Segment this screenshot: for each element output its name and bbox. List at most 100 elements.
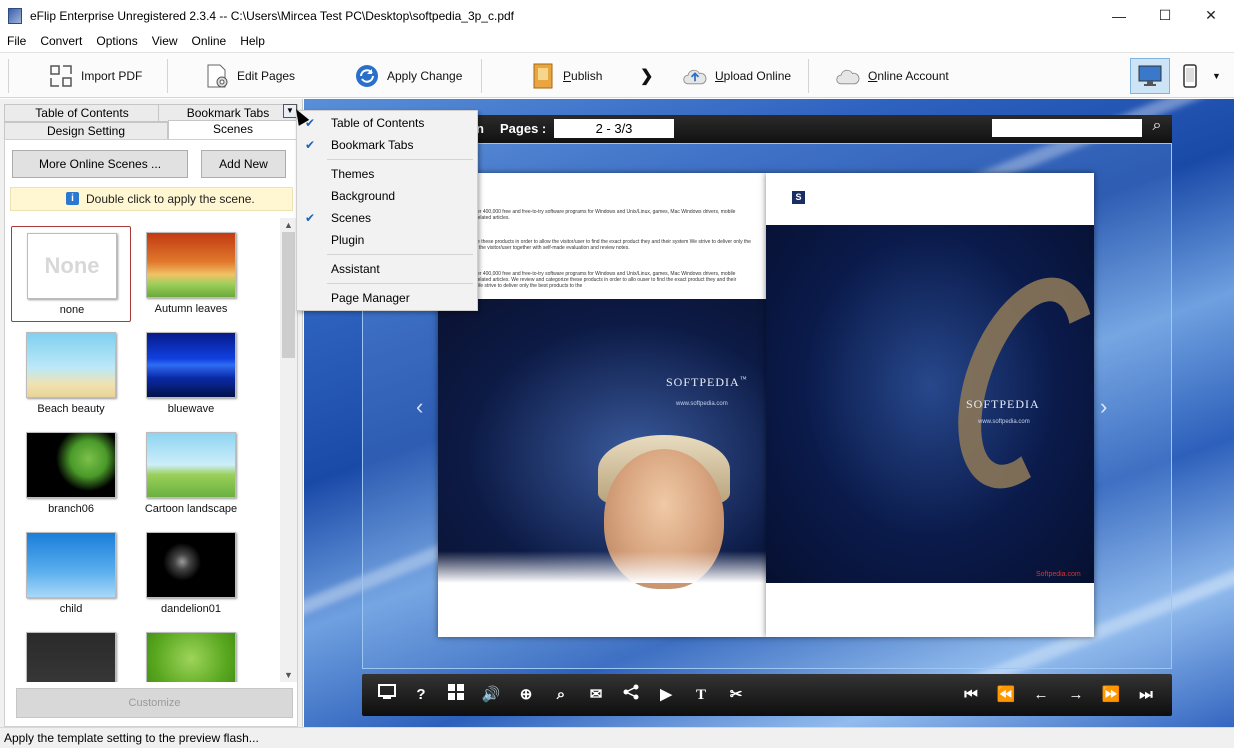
scene-item[interactable] bbox=[131, 626, 251, 682]
softpedia-logo: SOFTPEDIA™ bbox=[666, 375, 748, 389]
upload-online-label: Upload Online bbox=[715, 69, 792, 83]
next-page-icon[interactable]: › bbox=[1100, 394, 1107, 420]
scene-dandelion01[interactable]: dandelion01 bbox=[131, 526, 251, 622]
close-button[interactable]: ✕ bbox=[1188, 0, 1234, 31]
dropdown-item-label: Themes bbox=[331, 167, 375, 181]
menu-options[interactable]: Options bbox=[89, 34, 144, 48]
dropdown-item-label: Page Manager bbox=[331, 291, 410, 305]
dropdown-item-page-manager[interactable]: Page Manager bbox=[297, 287, 477, 309]
menu-bar: File Convert Options View Online Help bbox=[0, 31, 1234, 51]
scroll-down-icon[interactable]: ▼ bbox=[280, 668, 297, 682]
publish-button[interactable]: Publish bbox=[530, 59, 602, 93]
arrow-right-icon: ❯ bbox=[640, 68, 654, 85]
scene-thumbnail bbox=[146, 332, 236, 398]
menu-online[interactable]: Online bbox=[185, 34, 234, 48]
app-icon bbox=[8, 7, 22, 24]
toolbar-more-icon[interactable]: ▼ bbox=[1212, 59, 1221, 93]
scroll-up-icon[interactable]: ▲ bbox=[280, 218, 297, 232]
mobile-view-button[interactable] bbox=[1180, 59, 1200, 93]
scene-label: bluewave bbox=[167, 403, 215, 415]
scene-none[interactable]: None none bbox=[11, 226, 131, 322]
customize-button: Customize bbox=[16, 688, 293, 718]
phone-icon bbox=[1183, 64, 1197, 88]
dropdown-item-background[interactable]: Background bbox=[297, 185, 477, 207]
scene-thumbnail bbox=[26, 632, 116, 682]
page-text: w and categorize these products in order… bbox=[442, 239, 751, 251]
maximize-button[interactable]: ☐ bbox=[1142, 0, 1188, 31]
scene-bluewave[interactable]: bluewave bbox=[131, 326, 251, 422]
desktop-view-button[interactable] bbox=[1130, 58, 1170, 94]
softpedia-url: www.softpedia.com bbox=[978, 419, 1030, 425]
dropdown-item-bookmark-tabs[interactable]: ✔ Bookmark Tabs bbox=[297, 134, 477, 156]
minimize-button[interactable]: — bbox=[1096, 0, 1142, 31]
prev-icon[interactable]: ← bbox=[1030, 684, 1052, 706]
next-icon[interactable]: → bbox=[1065, 684, 1087, 706]
scene-label: none bbox=[59, 304, 85, 316]
crop-icon[interactable]: ✂ bbox=[725, 684, 747, 706]
tab-design-setting[interactable]: Design Setting bbox=[4, 122, 168, 140]
grid-icon[interactable] bbox=[445, 684, 467, 706]
page-text: is a library of over 400,000 free and fr… bbox=[442, 209, 736, 221]
menu-help[interactable]: Help bbox=[233, 34, 272, 48]
page-text: is a library of over 400,000 free and fr… bbox=[442, 271, 737, 289]
menu-view[interactable]: View bbox=[145, 34, 185, 48]
search-icon[interactable]: ⌕ bbox=[1146, 117, 1168, 139]
autoplay-icon[interactable]: ▶ bbox=[655, 684, 677, 706]
scene-thumbnail bbox=[146, 532, 236, 598]
more-online-scenes-button[interactable]: More Online Scenes ... bbox=[12, 150, 188, 178]
prev-page-icon[interactable]: ‹ bbox=[416, 394, 423, 420]
sound-icon[interactable]: 🔊 bbox=[480, 684, 502, 706]
tab-table-of-contents[interactable]: Table of Contents bbox=[4, 104, 160, 122]
dropdown-item-label: Table of Contents bbox=[331, 116, 425, 130]
email-icon[interactable]: ✉ bbox=[585, 684, 607, 706]
scene-branch06[interactable]: branch06 bbox=[11, 426, 131, 522]
scene-beach-beauty[interactable]: Beach beauty bbox=[11, 326, 131, 422]
add-new-button[interactable]: Add New bbox=[201, 150, 286, 178]
menu-file[interactable]: File bbox=[0, 34, 33, 48]
scene-item[interactable] bbox=[11, 626, 131, 682]
edit-pages-icon bbox=[204, 63, 230, 89]
viewer-search-input[interactable] bbox=[992, 119, 1142, 137]
toolbar-separator bbox=[167, 59, 168, 93]
scrollbar-thumb[interactable] bbox=[282, 232, 295, 358]
search-icon[interactable]: ⌕ bbox=[550, 684, 572, 706]
dropdown-item-scenes[interactable]: ✔ Scenes bbox=[297, 207, 477, 229]
text-icon[interactable]: T bbox=[690, 684, 712, 706]
first-page-icon[interactable]: ⏮ bbox=[960, 684, 982, 706]
status-bar: Apply the template setting to the previe… bbox=[0, 727, 1234, 748]
scene-list-scrollbar[interactable]: ▲ ▼ bbox=[280, 218, 297, 682]
scene-thumbnail: None bbox=[27, 233, 117, 299]
scene-label: child bbox=[59, 603, 83, 615]
tab-scenes[interactable]: Scenes bbox=[168, 120, 298, 140]
rewind-icon[interactable]: ⏪ bbox=[995, 684, 1017, 706]
page-number-input[interactable]: 2 - 3/3 bbox=[554, 119, 674, 138]
dropdown-item-assistant[interactable]: Assistant bbox=[297, 258, 477, 280]
tab-visibility-dropdown: ✔ Table of Contents ✔ Bookmark Tabs Them… bbox=[296, 110, 478, 311]
share-icon[interactable] bbox=[620, 684, 642, 706]
help-icon[interactable]: ? bbox=[410, 684, 432, 706]
dropdown-separator bbox=[327, 254, 473, 255]
scene-label: branch06 bbox=[48, 503, 94, 515]
last-page-icon[interactable]: ⏭ bbox=[1135, 684, 1157, 706]
scene-thumbnail bbox=[146, 232, 236, 298]
zoom-in-icon[interactable]: ⊕ bbox=[515, 684, 537, 706]
cloud-icon bbox=[835, 63, 861, 89]
toolbar-separator bbox=[808, 59, 809, 93]
dropdown-item-themes[interactable]: Themes bbox=[297, 163, 477, 185]
scene-cartoon-landscape[interactable]: Cartoon landscape bbox=[131, 426, 251, 522]
thumbnails-icon[interactable] bbox=[376, 684, 398, 706]
online-account-button[interactable]: Online Account bbox=[835, 59, 949, 93]
fast-forward-icon[interactable]: ⏩ bbox=[1100, 684, 1122, 706]
dropdown-item-plugin[interactable]: Plugin bbox=[297, 229, 477, 251]
upload-online-button[interactable]: Upload Online bbox=[682, 59, 791, 93]
scene-autumn-leaves[interactable]: Autumn leaves bbox=[131, 226, 251, 322]
menu-convert[interactable]: Convert bbox=[33, 34, 89, 48]
toolbar-separator bbox=[481, 59, 482, 93]
edit-pages-button[interactable]: Edit Pages bbox=[204, 59, 295, 93]
import-pdf-button[interactable]: Import PDF bbox=[48, 59, 142, 93]
book-left-page[interactable]: is a library of over 400,000 free and fr… bbox=[438, 173, 766, 637]
apply-change-button[interactable]: Apply Change bbox=[354, 59, 462, 93]
book-right-page[interactable]: S SOFTPEDIA www.softpedia.com Softpedia.… bbox=[766, 173, 1121, 637]
dropdown-item-table-of-contents[interactable]: ✔ Table of Contents bbox=[297, 112, 477, 134]
scene-child[interactable]: child bbox=[11, 526, 131, 622]
